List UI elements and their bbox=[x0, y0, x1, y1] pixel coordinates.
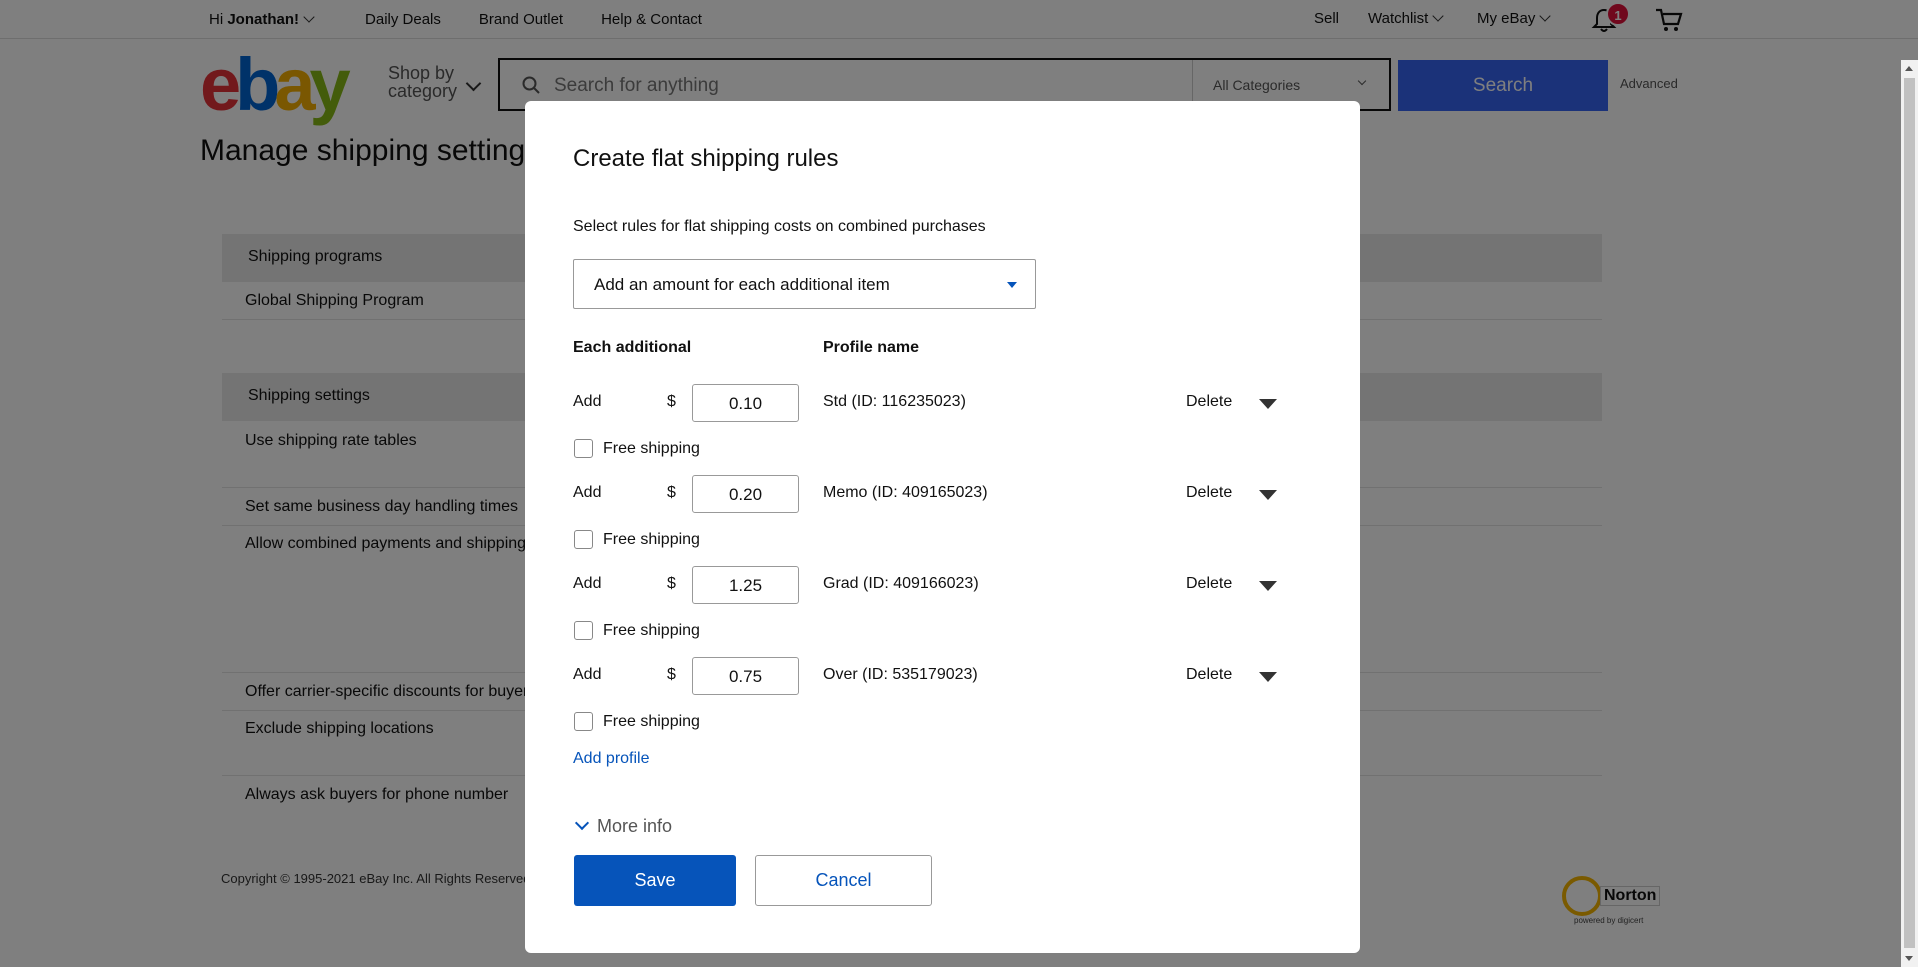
free-shipping-label[interactable]: Free shipping bbox=[603, 440, 700, 458]
delete-link[interactable]: Delete bbox=[1186, 393, 1232, 411]
column-header-each-additional: Each additional bbox=[573, 339, 692, 356]
delete-link[interactable]: Delete bbox=[1186, 666, 1232, 684]
dialog-title: Create flat shipping rules bbox=[573, 145, 839, 172]
cancel-button[interactable]: Cancel bbox=[755, 855, 932, 906]
free-shipping-checkbox[interactable] bbox=[574, 439, 593, 458]
flat-shipping-rules-dialog: Create flat shipping rules Select rules … bbox=[525, 101, 1360, 953]
expand-arrow-icon[interactable] bbox=[1259, 399, 1277, 409]
amount-input[interactable]: 0.20 bbox=[692, 475, 799, 513]
delete-link[interactable]: Delete bbox=[1186, 484, 1232, 502]
scroll-down-icon[interactable] bbox=[1905, 956, 1913, 961]
profile-name: Over (ID: 535179023) bbox=[823, 666, 978, 683]
profile-name: Memo (ID: 409165023) bbox=[823, 484, 988, 501]
delete-link[interactable]: Delete bbox=[1186, 575, 1232, 593]
dropdown-arrow-icon bbox=[1007, 282, 1017, 288]
amount-input[interactable]: 1.25 bbox=[692, 566, 799, 604]
chevron-down-icon bbox=[574, 815, 590, 831]
profile-name: Grad (ID: 409166023) bbox=[823, 575, 979, 592]
more-info-toggle[interactable]: More info bbox=[573, 815, 672, 837]
shipping-rule-row: Add $ 0.10 Std (ID: 116235023) Delete Fr… bbox=[525, 384, 1360, 476]
free-shipping-label[interactable]: Free shipping bbox=[603, 531, 700, 549]
amount-input[interactable]: 0.10 bbox=[692, 384, 799, 422]
shipping-rule-row: Add $ 1.25 Grad (ID: 409166023) Delete F… bbox=[525, 566, 1360, 658]
column-header-profile-name: Profile name bbox=[823, 339, 920, 356]
free-shipping-label[interactable]: Free shipping bbox=[603, 622, 700, 640]
expand-arrow-icon[interactable] bbox=[1259, 672, 1277, 682]
free-shipping-checkbox[interactable] bbox=[574, 712, 593, 731]
expand-arrow-icon[interactable] bbox=[1259, 581, 1277, 591]
page-scrollbar[interactable] bbox=[1901, 60, 1918, 967]
add-profile-link[interactable]: Add profile bbox=[573, 750, 650, 768]
shipping-rule-row: Add $ 0.75 Over (ID: 535179023) Delete F… bbox=[525, 657, 1360, 749]
free-shipping-label[interactable]: Free shipping bbox=[603, 713, 700, 731]
free-shipping-checkbox[interactable] bbox=[574, 530, 593, 549]
scroll-up-icon[interactable] bbox=[1905, 66, 1913, 71]
scrollbar-thumb[interactable] bbox=[1904, 78, 1915, 948]
dialog-subtitle: Select rules for flat shipping costs on … bbox=[573, 218, 986, 235]
rule-type-select[interactable]: Add an amount for each additional item bbox=[573, 259, 1036, 309]
shipping-rule-row: Add $ 0.20 Memo (ID: 409165023) Delete F… bbox=[525, 475, 1360, 567]
profile-name: Std (ID: 116235023) bbox=[823, 393, 966, 410]
amount-input[interactable]: 0.75 bbox=[692, 657, 799, 695]
save-button[interactable]: Save bbox=[574, 855, 736, 906]
free-shipping-checkbox[interactable] bbox=[574, 621, 593, 640]
expand-arrow-icon[interactable] bbox=[1259, 490, 1277, 500]
